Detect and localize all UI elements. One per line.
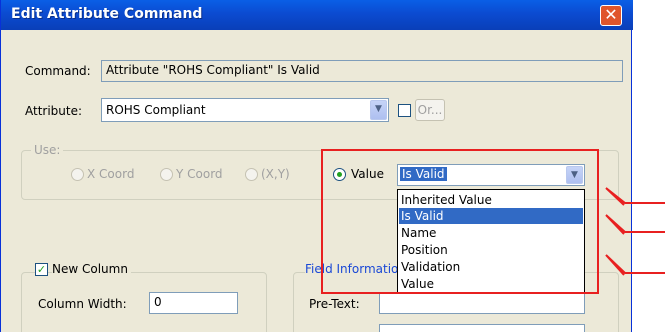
attribute-label: Attribute: xyxy=(25,104,83,118)
command-value: Attribute "ROHS Compliant" Is Valid xyxy=(106,63,320,77)
arrow-icon xyxy=(605,187,665,206)
dialog-title: Edit Attribute Command xyxy=(11,6,203,22)
close-icon: ✕ xyxy=(604,5,618,24)
new-column-label: New Column xyxy=(52,262,131,276)
screenshot-root: Edit Attribute Command ✕ Command: Attrib… xyxy=(0,0,665,332)
y-coord-radio[interactable] xyxy=(160,168,173,181)
column-width-label: Column Width: xyxy=(38,297,127,311)
x-coord-label: X Coord xyxy=(87,167,135,181)
xy-radio[interactable] xyxy=(245,168,258,181)
arrow-icon xyxy=(605,254,665,276)
close-button[interactable]: ✕ xyxy=(600,5,622,26)
chevron-down-icon[interactable]: ▼ xyxy=(370,100,387,120)
arrow-icon xyxy=(605,214,665,235)
column-width-value: 0 xyxy=(154,295,162,309)
title-bar: Edit Attribute Command ✕ xyxy=(1,0,633,30)
pre-text-input[interactable] xyxy=(379,292,585,314)
annotation-highlight-box xyxy=(321,149,599,294)
or-checkbox[interactable] xyxy=(398,104,411,117)
xy-label: (X,Y) xyxy=(261,167,290,181)
new-column-checkbox[interactable]: ✓ xyxy=(35,263,48,276)
annotation-arrows xyxy=(605,187,665,276)
pre-text-label: Pre-Text: xyxy=(309,297,360,311)
command-field: Attribute "ROHS Compliant" Is Valid xyxy=(101,60,623,82)
second-text-input[interactable] xyxy=(379,324,585,332)
or-button[interactable]: Or... xyxy=(415,99,445,121)
command-label: Command: xyxy=(25,64,91,78)
use-label: Use: xyxy=(31,143,64,157)
attribute-combobox[interactable]: ROHS Compliant ▼ xyxy=(101,98,389,122)
x-coord-radio[interactable] xyxy=(71,168,84,181)
attribute-value: ROHS Compliant xyxy=(106,103,206,117)
y-coord-label: Y Coord xyxy=(176,167,223,181)
column-width-input[interactable]: 0 xyxy=(149,292,238,314)
